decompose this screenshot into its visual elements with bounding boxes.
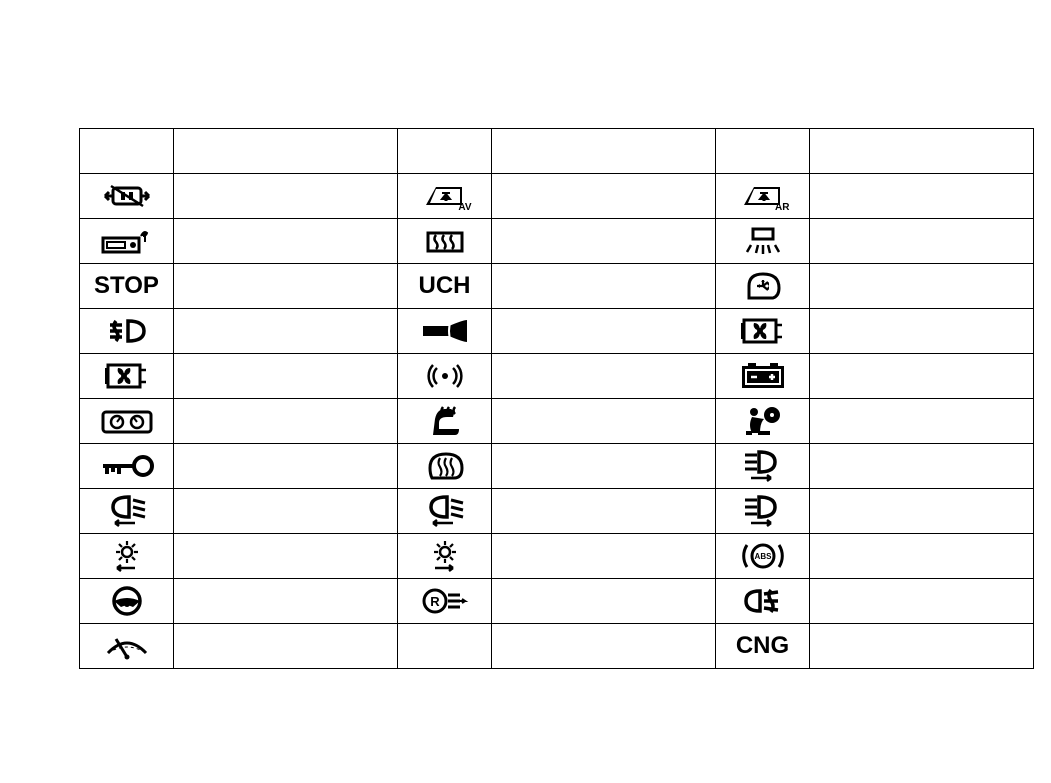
battery-inverted-icon <box>716 354 810 399</box>
radio-audio-icon <box>80 219 174 264</box>
description-cell <box>174 309 398 354</box>
power-window-front-icon: AV <box>398 174 492 219</box>
description-cell <box>810 579 1034 624</box>
description-cell <box>492 489 716 534</box>
description-cell <box>810 219 1034 264</box>
table-row: AV AR <box>80 174 1034 219</box>
description-cell <box>174 444 398 489</box>
empty-cell <box>398 624 492 669</box>
svg-text:ABS: ABS <box>754 552 772 561</box>
table-row <box>80 444 1034 489</box>
stop-warning-icon: STOP <box>80 264 174 309</box>
heated-seat-icon <box>398 399 492 444</box>
power-window-rear-icon-suffix: AR <box>775 202 789 213</box>
table-row <box>80 489 1034 534</box>
description-cell <box>492 579 716 624</box>
page: AV AR STOP UCH <box>0 0 1051 783</box>
description-cell <box>492 399 716 444</box>
heated-mirror-icon <box>398 444 492 489</box>
airbag-icon <box>716 399 810 444</box>
stop-warning-icon-label: STOP <box>94 272 159 299</box>
fuse-symbol-table: AV AR STOP UCH <box>79 128 1034 669</box>
rear-defrost-icon <box>398 219 492 264</box>
empty-cell <box>80 129 174 174</box>
description-cell <box>174 579 398 624</box>
radio-signal-icon <box>398 354 492 399</box>
ignition-key-icon <box>80 444 174 489</box>
description-cell <box>174 174 398 219</box>
table-row: CNG <box>80 624 1034 669</box>
fan-unit-icon <box>716 309 810 354</box>
low-beam-left-icon <box>80 489 174 534</box>
table-row <box>80 129 1034 174</box>
table-row <box>80 309 1034 354</box>
description-cell <box>810 624 1034 669</box>
reverse-light-icon: R <box>398 579 492 624</box>
description-cell <box>810 174 1034 219</box>
description-cell <box>810 399 1034 444</box>
description-cell <box>492 264 716 309</box>
description-cell <box>492 534 716 579</box>
svg-text:R: R <box>430 594 440 609</box>
abs-brake-icon: ABS <box>716 534 810 579</box>
description-cell <box>174 624 398 669</box>
cooling-fan-module-icon <box>80 354 174 399</box>
description-cell <box>810 489 1034 534</box>
table-row <box>80 399 1034 444</box>
table-row <box>80 354 1034 399</box>
empty-cell <box>398 129 492 174</box>
description-cell <box>174 534 398 579</box>
description-cell <box>810 129 1034 174</box>
uch-module-icon: UCH <box>398 264 492 309</box>
instrument-cluster-icon <box>80 399 174 444</box>
uch-module-icon-label: UCH <box>419 272 471 299</box>
description-cell <box>810 309 1034 354</box>
description-cell <box>810 534 1034 579</box>
horn-icon <box>398 309 492 354</box>
front-fog-light-icon <box>716 579 810 624</box>
description-cell <box>174 489 398 534</box>
table-row <box>80 219 1034 264</box>
description-cell <box>492 309 716 354</box>
description-cell <box>174 219 398 264</box>
running-light-left-icon <box>80 534 174 579</box>
description-cell <box>174 129 398 174</box>
table-row: R <box>80 579 1034 624</box>
description-cell <box>492 354 716 399</box>
table-row: ABS <box>80 534 1034 579</box>
description-cell <box>810 354 1034 399</box>
description-cell <box>492 444 716 489</box>
power-window-rear-icon: AR <box>716 174 810 219</box>
table-row: STOP UCH <box>80 264 1034 309</box>
description-cell <box>492 174 716 219</box>
direction-indicator-icon <box>716 264 810 309</box>
cng-fuel-icon-label: CNG <box>736 632 789 659</box>
running-light-right-icon <box>398 534 492 579</box>
power-window-front-icon-suffix: AV <box>458 202 471 213</box>
description-cell <box>174 399 398 444</box>
interior-light-icon <box>716 219 810 264</box>
low-beam-left-2-icon <box>398 489 492 534</box>
description-cell <box>810 444 1034 489</box>
steering-wheel-icon <box>80 579 174 624</box>
description-cell <box>810 264 1034 309</box>
description-cell <box>492 219 716 264</box>
empty-cell <box>716 129 810 174</box>
rear-fog-light-icon <box>80 309 174 354</box>
description-cell <box>492 129 716 174</box>
high-beam-right-icon <box>716 444 810 489</box>
high-beam-right-2-icon <box>716 489 810 534</box>
description-cell <box>174 264 398 309</box>
description-cell <box>492 624 716 669</box>
description-cell <box>174 354 398 399</box>
cng-fuel-icon: CNG <box>716 624 810 669</box>
hazard-lights-icon <box>80 174 174 219</box>
windscreen-wiper-icon <box>80 624 174 669</box>
